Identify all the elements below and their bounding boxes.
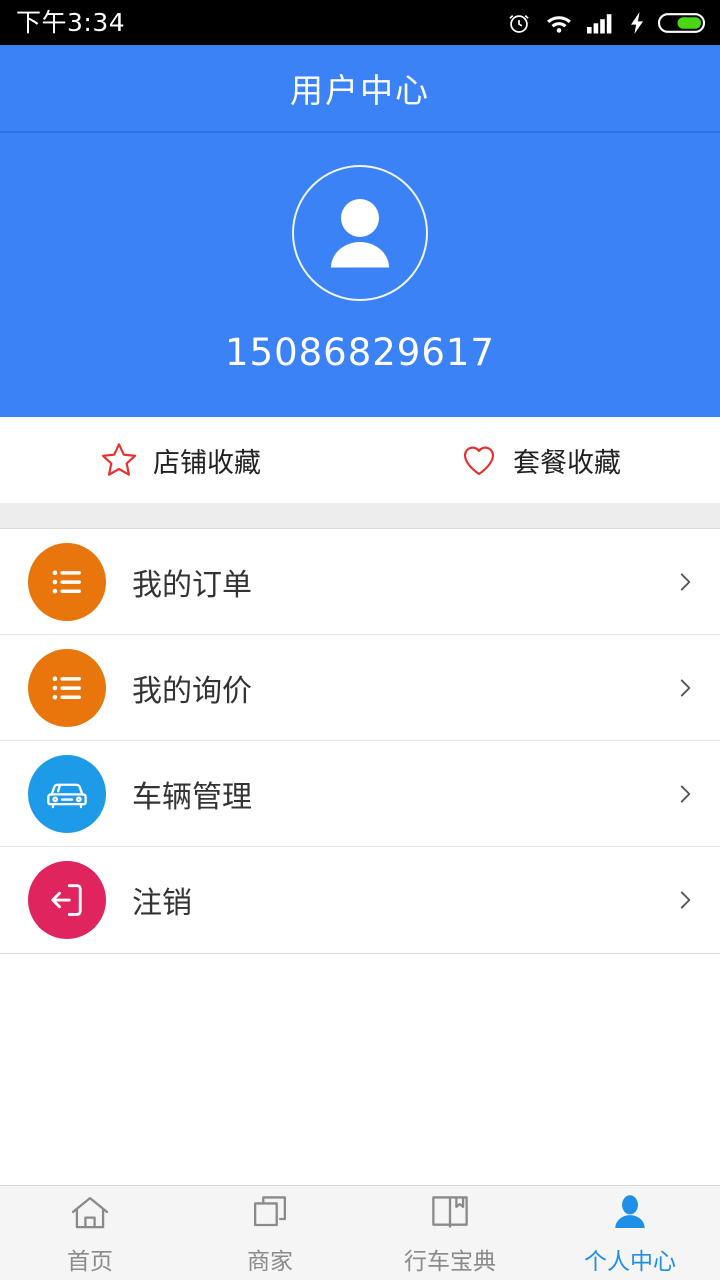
package-favorites-label: 套餐收藏 (513, 447, 621, 479)
tab-label: 个人中心 (584, 1249, 676, 1275)
menu-item-label: 车辆管理 (132, 779, 252, 815)
menu-item-my-orders[interactable]: 我的订单 (0, 529, 720, 635)
tab-label: 商家 (247, 1249, 293, 1275)
profile-panel: 15086829617 (0, 133, 720, 417)
shops-stacked-squares-icon (247, 1190, 293, 1236)
logout-exit-icon (28, 861, 106, 939)
section-divider (0, 503, 720, 529)
package-favorites-button[interactable]: 套餐收藏 (360, 417, 720, 503)
tab-label: 行车宝典 (404, 1249, 496, 1275)
menu-item-logout[interactable]: 注销 (0, 847, 720, 953)
chevron-right-icon (672, 781, 698, 807)
tab-driving-guide[interactable]: 行车宝典 (360, 1186, 540, 1280)
shop-favorites-button[interactable]: 店铺收藏 (0, 417, 360, 503)
list-lines-icon (28, 648, 106, 727)
phone-number: 15086829617 (225, 331, 495, 374)
page-header: 用户中心 (0, 45, 720, 133)
tab-home[interactable]: 首页 (0, 1186, 180, 1280)
status-bar: 下午3:34 (0, 0, 720, 45)
menu-item-label: 我的订单 (132, 567, 252, 603)
chevron-right-icon (672, 569, 698, 595)
person-icon (607, 1190, 653, 1236)
chevron-right-icon (672, 887, 698, 913)
tab-personal-center[interactable]: 个人中心 (540, 1186, 720, 1280)
chevron-right-icon (672, 675, 698, 701)
avatar[interactable] (292, 165, 428, 301)
menu-item-label: 注销 (132, 886, 192, 921)
menu-item-my-inquiries[interactable]: 我的询价 (0, 635, 720, 741)
car-front-icon (28, 754, 106, 833)
menu-item-vehicle-management[interactable]: 车辆管理 (0, 741, 720, 847)
tab-label: 首页 (67, 1249, 113, 1275)
user-center-screen: 下午3:34 用户中心 15086829617 店铺收藏 套餐收藏 我的订单 我… (0, 0, 720, 1280)
alarm-icon (506, 10, 532, 36)
signal-icon (586, 11, 616, 35)
person-avatar-icon (307, 180, 413, 286)
heart-outline-icon (459, 440, 499, 480)
battery-icon (658, 11, 706, 35)
menu-item-label: 我的询价 (132, 673, 252, 709)
status-icon-group (506, 10, 706, 36)
favorites-row: 店铺收藏 套餐收藏 (0, 417, 720, 503)
wifi-icon (545, 12, 573, 34)
status-time: 下午3:34 (16, 8, 126, 37)
home-icon (67, 1190, 113, 1236)
charging-bolt-icon (629, 11, 645, 35)
open-book-icon (427, 1190, 473, 1236)
list-lines-icon (28, 542, 106, 621)
menu-list: 我的订单 我的询价 车辆管理 注销 (0, 529, 720, 954)
shop-favorites-label: 店铺收藏 (153, 447, 261, 479)
bottom-navigation: 首页 商家 行车宝典 个人中心 (0, 1185, 720, 1280)
empty-content-area (0, 954, 720, 1185)
page-title: 用户中心 (290, 71, 430, 110)
star-outline-icon (99, 440, 139, 480)
tab-merchants[interactable]: 商家 (180, 1186, 360, 1280)
